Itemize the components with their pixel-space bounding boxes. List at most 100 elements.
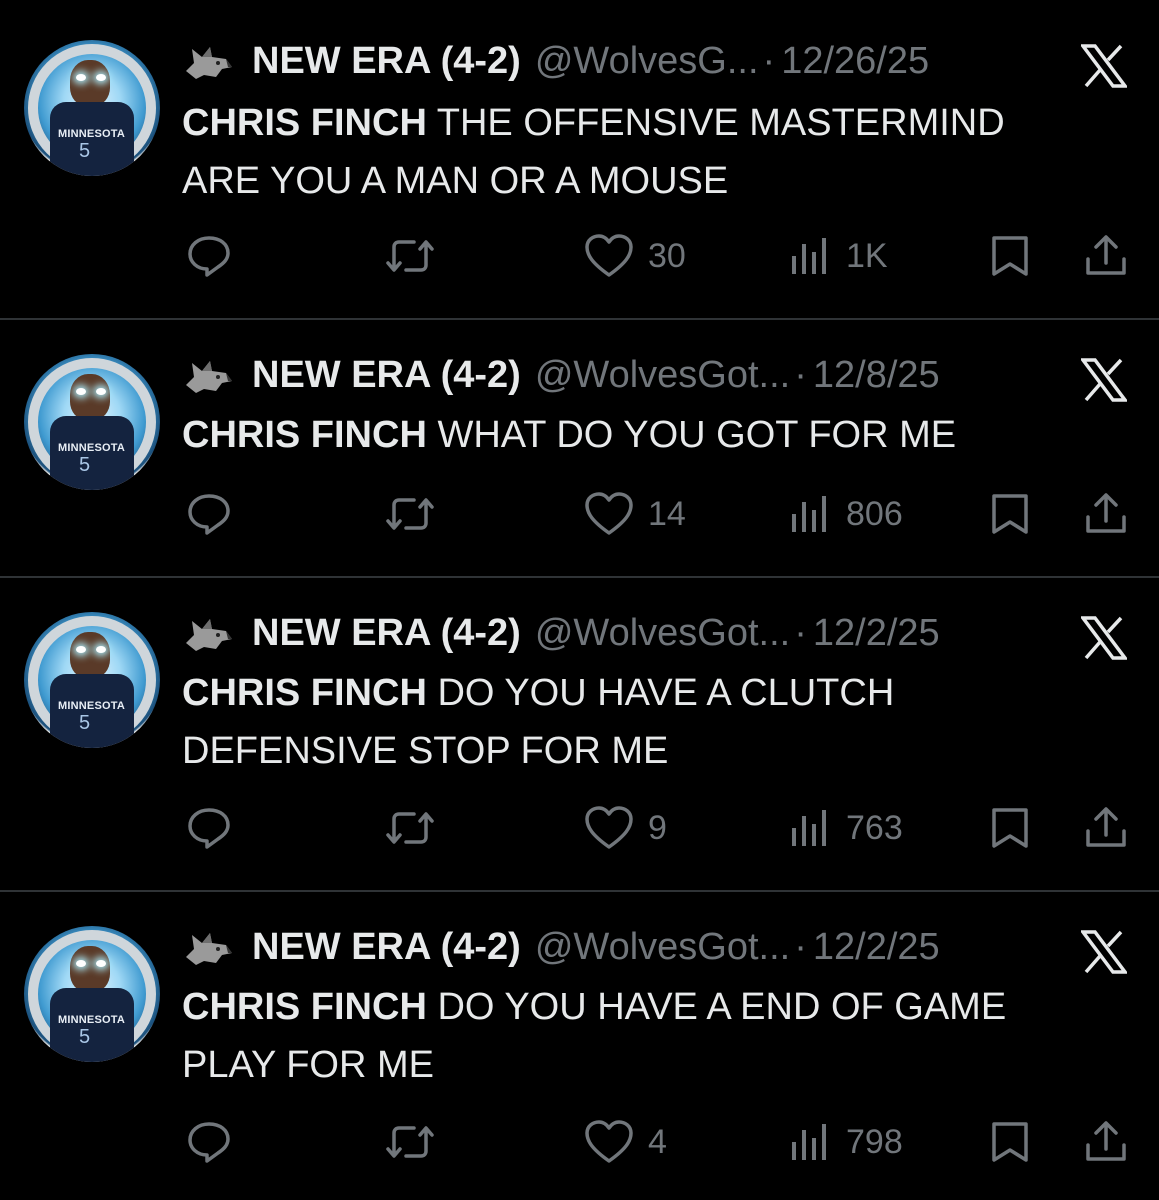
bookmark-icon <box>992 494 1028 534</box>
tweet-text-line1: THE OFFENSIVE MASTERMIND <box>426 102 1005 144</box>
mention-bold: CHRIS FINCH <box>182 672 427 714</box>
like-icon <box>585 234 633 277</box>
avatar-jersey-number: 5 <box>79 140 91 162</box>
mention-bold: CHRIS FINCH <box>182 986 427 1028</box>
retweet-button[interactable] <box>384 1112 436 1172</box>
reply-button[interactable] <box>186 484 232 544</box>
tweet-header: NEW ERA (4-2) @WolvesG... · 12/26/25 <box>182 38 929 84</box>
x-logo-icon <box>1079 358 1129 402</box>
bookmark-button[interactable] <box>990 226 1030 286</box>
timestamp[interactable]: 12/2/25 <box>813 610 940 656</box>
bookmark-icon <box>992 1122 1028 1162</box>
like-button[interactable]: 14 <box>584 484 686 544</box>
mention-bold: CHRIS FINCH <box>182 414 427 456</box>
action-bar: 14 806 <box>0 484 1159 544</box>
x-logo-icon <box>1079 616 1129 660</box>
tweet-text-line2: PLAY FOR ME <box>182 1044 434 1086</box>
tweet[interactable]: MINNESOTA 5 NEW ERA (4-2) @WolvesGot... … <box>0 578 1159 892</box>
tweet-text: CHRIS FINCH DO YOU HAVE A END OF GAME PL… <box>182 978 1132 1094</box>
reply-icon <box>188 494 230 535</box>
retweet-icon <box>386 498 434 530</box>
view-count: 798 <box>846 1122 903 1161</box>
mention-bold: CHRIS FINCH <box>182 102 427 144</box>
like-icon <box>585 806 633 849</box>
tweet-feed: MINNESOTA 5 NEW ERA (4-2) @WolvesG... · … <box>0 0 1159 1200</box>
views-button[interactable]: 798 <box>790 1112 903 1172</box>
avatar-jersey-text: MINNESOTA <box>58 442 125 454</box>
reply-button[interactable] <box>186 1112 232 1172</box>
retweet-icon <box>386 812 434 844</box>
timestamp[interactable]: 12/26/25 <box>781 38 929 84</box>
views-button[interactable]: 806 <box>790 484 903 544</box>
views-button[interactable]: 1K <box>790 226 888 286</box>
timestamp[interactable]: 12/2/25 <box>813 924 940 970</box>
handle[interactable]: @WolvesGot... <box>535 924 790 970</box>
avatar-jersey-number: 5 <box>79 1026 91 1048</box>
share-button[interactable] <box>1084 484 1128 544</box>
tweet[interactable]: MINNESOTA 5 NEW ERA (4-2) @WolvesGot... … <box>0 320 1159 578</box>
avatar-jersey-number: 5 <box>79 712 91 734</box>
retweet-icon <box>386 1126 434 1158</box>
x-logo-icon <box>1079 930 1129 974</box>
like-button[interactable]: 9 <box>584 798 667 858</box>
tweet-text-line2: ARE YOU A MAN OR A MOUSE <box>182 160 729 202</box>
display-name[interactable]: NEW ERA (4-2) <box>252 924 521 970</box>
action-bar: 9 763 <box>0 798 1159 858</box>
x-logo-icon <box>1079 44 1129 88</box>
view-count: 1K <box>846 236 888 275</box>
separator-dot: · <box>794 926 807 968</box>
display-name[interactable]: NEW ERA (4-2) <box>252 38 521 84</box>
handle[interactable]: @WolvesGot... <box>535 352 790 398</box>
views-button[interactable]: 763 <box>790 798 903 858</box>
bookmark-button[interactable] <box>990 1112 1030 1172</box>
retweet-button[interactable] <box>384 226 436 286</box>
view-count: 806 <box>846 494 903 533</box>
like-button[interactable]: 4 <box>584 1112 667 1172</box>
tweet-text: CHRIS FINCH DO YOU HAVE A CLUTCH DEFENSI… <box>182 664 1132 780</box>
avatar[interactable]: MINNESOTA 5 <box>24 40 160 176</box>
share-icon <box>1086 235 1126 275</box>
reply-icon <box>188 1122 230 1163</box>
share-icon <box>1086 807 1126 847</box>
separator-dot: · <box>794 612 807 654</box>
like-button[interactable]: 30 <box>584 226 686 286</box>
handle[interactable]: @WolvesGot... <box>535 610 790 656</box>
reply-icon <box>188 808 230 849</box>
tweet-text-line1: DO YOU HAVE A CLUTCH <box>426 672 895 714</box>
retweet-button[interactable] <box>384 798 436 858</box>
share-button[interactable] <box>1084 1112 1128 1172</box>
avatar-jersey-text: MINNESOTA <box>58 128 125 140</box>
action-bar: 30 1K <box>0 226 1159 286</box>
share-icon <box>1086 493 1126 533</box>
bookmark-button[interactable] <box>990 798 1030 858</box>
share-button[interactable] <box>1084 226 1128 286</box>
timestamp[interactable]: 12/8/25 <box>813 352 940 398</box>
reply-button[interactable] <box>186 226 232 286</box>
tweet-text-line2: DEFENSIVE STOP FOR ME <box>182 730 669 772</box>
tweet[interactable]: MINNESOTA 5 NEW ERA (4-2) @WolvesGot... … <box>0 892 1159 1200</box>
display-name[interactable]: NEW ERA (4-2) <box>252 352 521 398</box>
bookmark-icon <box>992 236 1028 276</box>
tweet-text-line1: DO YOU HAVE A END OF GAME <box>426 986 1007 1028</box>
action-bar: 4 798 <box>0 1112 1159 1172</box>
like-icon <box>585 492 633 535</box>
retweet-button[interactable] <box>384 484 436 544</box>
like-count: 9 <box>648 808 667 847</box>
tweet-text-line1: WHAT DO YOU GOT FOR ME <box>426 414 957 456</box>
wolf-emoji-icon <box>182 927 234 967</box>
tweet[interactable]: MINNESOTA 5 NEW ERA (4-2) @WolvesG... · … <box>0 0 1159 320</box>
display-name[interactable]: NEW ERA (4-2) <box>252 610 521 656</box>
view-count: 763 <box>846 808 903 847</box>
separator-dot: · <box>794 354 807 396</box>
avatar[interactable]: MINNESOTA 5 <box>24 354 160 490</box>
avatar-jersey-text: MINNESOTA <box>58 700 125 712</box>
bookmark-button[interactable] <box>990 484 1030 544</box>
retweet-icon <box>386 240 434 272</box>
share-button[interactable] <box>1084 798 1128 858</box>
wolf-emoji-icon <box>182 355 234 395</box>
avatar[interactable]: MINNESOTA 5 <box>24 612 160 748</box>
avatar[interactable]: MINNESOTA 5 <box>24 926 160 1062</box>
reply-button[interactable] <box>186 798 232 858</box>
handle[interactable]: @WolvesG... <box>535 38 759 84</box>
reply-icon <box>188 236 230 277</box>
